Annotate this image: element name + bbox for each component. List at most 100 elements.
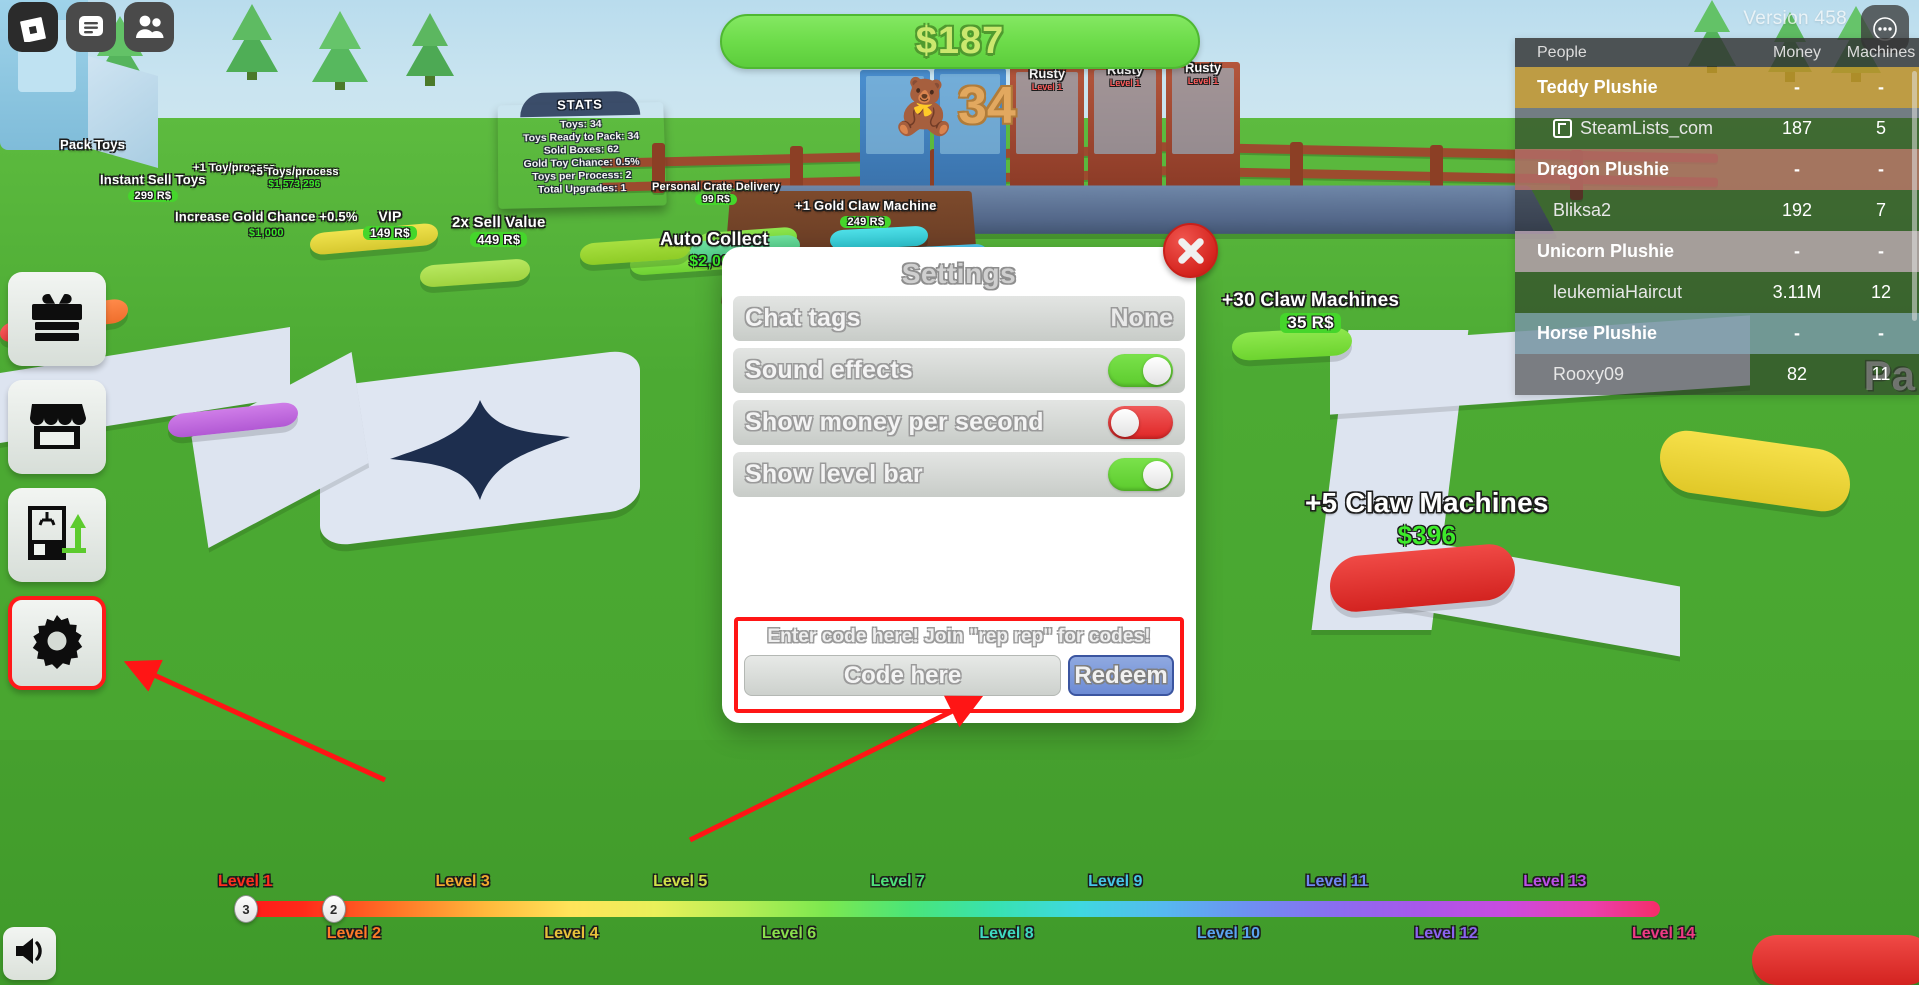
- settings-button[interactable]: [8, 596, 106, 690]
- claw-upgrade-icon: [26, 504, 88, 567]
- stats-title: STATS: [557, 96, 603, 113]
- level-label: Level 4: [544, 925, 599, 942]
- shop-icon: [28, 398, 86, 457]
- setting-toggle[interactable]: [1108, 354, 1173, 387]
- chat-icon[interactable]: [66, 2, 116, 52]
- gift-icon: [28, 288, 86, 351]
- machine-level: Level 1: [1031, 82, 1063, 92]
- redeem-button[interactable]: Redeem: [1068, 655, 1174, 696]
- leaderboard-cell-machines: 5: [1875, 118, 1886, 138]
- leaderboard-cell-people: leukemiaHaircut: [1515, 282, 1751, 303]
- level-label: Level 11: [1305, 873, 1368, 890]
- leaderboard-cell-people: Dragon Plushie: [1515, 159, 1751, 180]
- leaderboard-player-name: leukemiaHaircut: [1553, 282, 1683, 302]
- leaderboard-cell-people: Rooxy09: [1515, 364, 1751, 385]
- leaderboard-player-name: SteamLists_com: [1580, 118, 1714, 138]
- leaderboard-cell-money: -: [1794, 159, 1800, 179]
- level-label: Level 7: [870, 873, 925, 890]
- level-label: Level 14: [1632, 925, 1696, 942]
- leaderboard-player-name: Rooxy09: [1553, 364, 1625, 384]
- machine-level: Level 1: [1109, 78, 1141, 88]
- toggle-knob: [1142, 356, 1171, 385]
- code-redeem-section: Enter code here! Join "rep rep" for code…: [734, 617, 1184, 713]
- level-marker: 3: [234, 895, 258, 923]
- leaderboard-cell-money: 192: [1781, 200, 1813, 220]
- gear-icon: [29, 613, 85, 674]
- level-label: Level 6: [761, 925, 817, 942]
- slide: [88, 55, 158, 169]
- money-amount: $187: [915, 20, 1005, 62]
- leaderboard-col-money: Money: [1772, 43, 1822, 61]
- level-label: Level 10: [1196, 925, 1261, 942]
- level-label: Level 9: [1088, 873, 1143, 890]
- setting-label: Sound effects: [745, 356, 913, 384]
- leaderboard-header: People Money Machines: [1515, 38, 1919, 67]
- level-label: Level 13: [1523, 873, 1587, 890]
- setting-label: Show money per second: [745, 408, 1044, 436]
- leaderboard-col-machines: Machines: [1846, 43, 1916, 61]
- leaderboard-cell-machines: 7: [1875, 200, 1886, 220]
- settings-options-list: Chat tags None Sound effects Show money per…: [733, 296, 1185, 504]
- level-label: Level 8: [979, 925, 1034, 942]
- leaderboard-cell-machines: -: [1878, 77, 1884, 97]
- leaderboard-player-name: Horse Plushie: [1537, 323, 1658, 343]
- leaderboard-cell-people: SteamLists_com: [1515, 118, 1751, 139]
- leaderboard-player-name: Unicorn Plushie: [1537, 241, 1675, 261]
- leaderboard-row: Bliksa2 192 7: [1515, 190, 1919, 231]
- leaderboard-scrollbar[interactable]: [1912, 71, 1917, 321]
- shop-button[interactable]: [8, 380, 106, 474]
- level-label: Level 12: [1414, 925, 1478, 942]
- setting-label: Show level bar: [745, 460, 923, 488]
- leaderboard-cell-people: Teddy Plushie: [1515, 77, 1751, 98]
- code-input[interactable]: Code here: [744, 655, 1061, 696]
- fence-post: [1290, 142, 1303, 192]
- setting-row[interactable]: Show money per second: [733, 400, 1185, 445]
- setting-toggle[interactable]: [1108, 458, 1173, 491]
- level-progress-bar: Level 1 Level 2 Level 3 Level 4 Level 5 Level…: [0, 865, 1919, 955]
- level-marker: 2: [321, 895, 346, 923]
- roblox-logo-icon[interactable]: [8, 2, 58, 52]
- level-label: Level 3: [435, 873, 490, 890]
- setting-row[interactable]: Show level bar: [733, 452, 1185, 497]
- close-x-icon[interactable]: [1163, 223, 1218, 278]
- level-bar-track: [246, 901, 1660, 917]
- teddy-plushie-icon: 🧸: [890, 77, 958, 137]
- leaderboard-cell-money: 187: [1781, 118, 1813, 138]
- verified-badge-icon: [1553, 119, 1572, 138]
- stats-lines: Toys: 34 Toys Ready to Pack: 34 Sold Box…: [498, 117, 667, 198]
- leaderboard-cell-people: Bliksa2: [1515, 200, 1751, 221]
- leaderboard-body: Teddy Plushie - - SteamLists_com 187 5 Dragon …: [1515, 67, 1919, 395]
- leaderboard-cell-money: -: [1794, 323, 1800, 343]
- settings-dialog: Settings Chat tags None Sound effects Show …: [722, 223, 1218, 723]
- leaderboard-col-people: People: [1537, 43, 1587, 61]
- leaderboard: People Money Machines Teddy Plushie - - Ste…: [1515, 38, 1919, 395]
- leaderboard-player-name: Bliksa2: [1553, 200, 1612, 220]
- setting-toggle[interactable]: [1108, 406, 1173, 439]
- level-label: Level 1: [218, 873, 273, 890]
- machine-level: Level 1: [1187, 76, 1219, 86]
- leaderboard-row: Unicorn Plushie - -: [1515, 231, 1919, 272]
- leaderboard-cell-people: Unicorn Plushie: [1515, 241, 1751, 262]
- leaderboard-cell-money: -: [1794, 77, 1800, 97]
- leaderboard-cell-machines: -: [1878, 159, 1884, 179]
- leaderboard-row: Horse Plushie - -: [1515, 313, 1919, 354]
- leaderboard-player-name: Dragon Plushie: [1537, 159, 1670, 179]
- toy-count-display: 34: [958, 77, 1016, 135]
- money-display: $187: [720, 14, 1200, 69]
- setting-row[interactable]: Sound effects: [733, 348, 1185, 393]
- leaderboard-cell-machines: 11: [1871, 364, 1891, 384]
- setting-value[interactable]: None: [1111, 304, 1174, 333]
- leaderboard-cell-machines: -: [1878, 323, 1884, 343]
- setting-row[interactable]: Chat tags None: [733, 296, 1185, 341]
- leaderboard-row: leukemiaHaircut 3.11M 12: [1515, 272, 1919, 313]
- rewards-button[interactable]: [8, 272, 106, 366]
- level-label: Level 2: [326, 925, 382, 942]
- code-caption: Enter code here! Join "rep rep" for code…: [767, 626, 1151, 647]
- toggle-knob: [1142, 460, 1171, 489]
- leaderboard-cell-people: Horse Plushie: [1515, 323, 1751, 344]
- leaderboard-cell-machines: -: [1878, 241, 1884, 261]
- upgrades-button[interactable]: [8, 488, 106, 582]
- people-icon[interactable]: [124, 2, 174, 52]
- leaderboard-cell-money: 3.11M: [1772, 282, 1822, 302]
- leaderboard-player-name: Teddy Plushie: [1537, 77, 1658, 97]
